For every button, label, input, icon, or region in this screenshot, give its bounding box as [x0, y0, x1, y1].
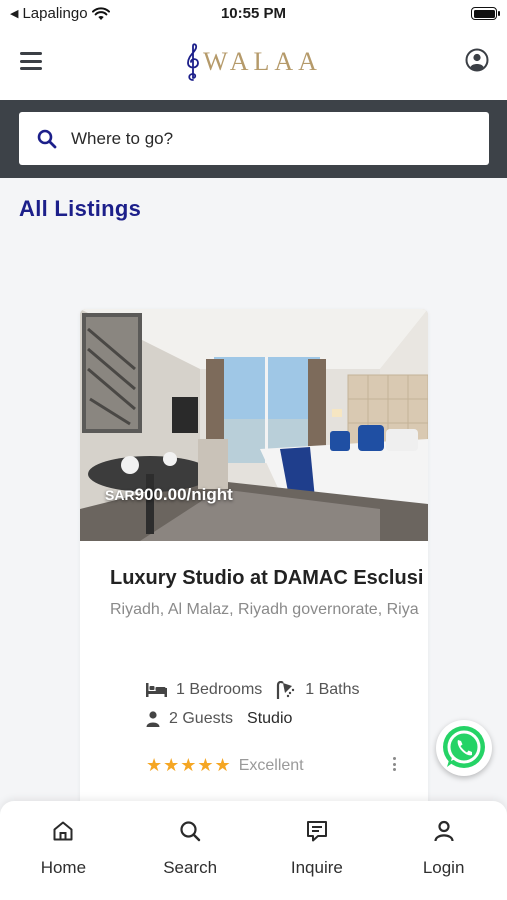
bottom-nav: Home Search Inquire Login	[0, 801, 507, 900]
treble-clef-logo-icon	[187, 43, 199, 81]
listing-amenities: 1 Bedrooms 1 Baths 2 Guests Studio	[146, 679, 374, 737]
bedrooms-label: 1 Bedrooms	[176, 681, 263, 698]
nav-login[interactable]: Login	[380, 801, 507, 900]
nav-home[interactable]: Home	[0, 801, 127, 900]
listing-rating: ★★★★★ Excellent	[146, 755, 304, 776]
bed-icon	[146, 683, 167, 697]
search-box[interactable]	[19, 112, 489, 165]
bedroom-photo-illustration	[80, 309, 428, 541]
rating-stars-icon: ★★★★★	[146, 755, 232, 775]
logo-text: WALAA	[203, 47, 322, 76]
nav-inquire-label: Inquire	[290, 858, 343, 877]
listing-price: SAR900.00/night	[105, 485, 233, 505]
section-title: All Listings	[19, 196, 142, 221]
app-header: WALAA	[0, 28, 507, 100]
nav-inquire[interactable]: Inquire	[254, 801, 381, 900]
more-options-button[interactable]	[388, 756, 400, 772]
price-amount: 900.00/night	[134, 485, 233, 504]
nav-home-label: Home	[40, 858, 87, 877]
baths-info: 1 Baths	[276, 681, 360, 699]
whatsapp-icon	[443, 726, 485, 768]
baths-label: 1 Baths	[305, 681, 360, 698]
whatsapp-button[interactable]	[436, 720, 492, 776]
battery-icon	[471, 7, 500, 20]
bedrooms-info: 1 Bedrooms	[146, 681, 262, 699]
listing-title[interactable]: Luxury Studio at DAMAC Esclusi	[110, 567, 423, 590]
search-icon	[180, 821, 201, 842]
guests-info: 2 Guests	[146, 710, 233, 728]
status-bar: ◀ Lapalingo 10:55 PM	[0, 0, 507, 28]
listing-photo[interactable]: SAR900.00/night	[80, 309, 428, 541]
guests-label: 2 Guests	[169, 710, 234, 727]
more-vertical-icon	[392, 757, 396, 760]
shower-icon	[277, 681, 295, 699]
rating-label: Excellent	[238, 756, 304, 774]
search-band	[0, 100, 507, 178]
nav-login-label: Login	[422, 858, 465, 877]
price-currency: SAR	[105, 487, 135, 503]
listing-location: Riyadh, Al Malaz, Riyadh governorate, Ri…	[110, 601, 419, 618]
nav-search[interactable]: Search	[127, 801, 254, 900]
status-time: 10:55 PM	[220, 5, 287, 22]
brand-logo[interactable]: WALAA	[0, 42, 507, 82]
user-icon	[434, 820, 454, 842]
search-icon	[37, 129, 57, 148]
home-icon	[53, 821, 73, 841]
listing-card[interactable]: SAR900.00/night Luxury Studio at DAMAC E…	[80, 309, 428, 809]
guest-icon	[146, 711, 160, 727]
property-type: Studio	[247, 710, 293, 727]
chat-icon	[306, 821, 327, 842]
nav-search-label: Search	[163, 858, 218, 877]
profile-icon[interactable]	[465, 48, 489, 72]
search-input[interactable]	[71, 128, 451, 149]
